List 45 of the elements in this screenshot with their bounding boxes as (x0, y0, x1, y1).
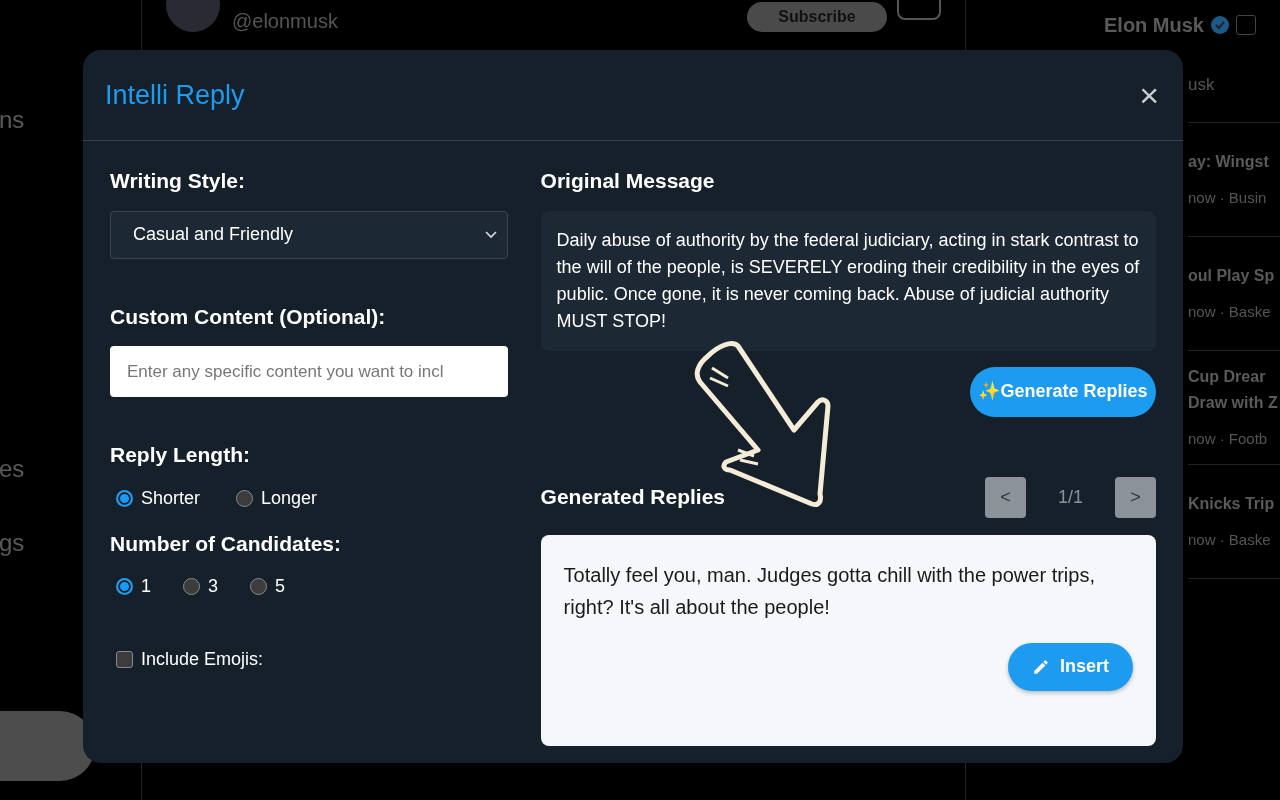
section-title: Generated Replies (540, 484, 725, 511)
trend-title[interactable]: Draw with Z (1188, 389, 1280, 416)
reply-text: Totally feel you, man. Judges gotta chill with the power trips, right? It's all about the people! (563, 562, 1096, 620)
page-indicator: 1/1 (1057, 485, 1084, 509)
chevron-icon (484, 230, 497, 239)
radio-icon[interactable] (116, 489, 133, 507)
subscribe-button[interactable]: Subscribe (747, 2, 887, 32)
trend-title[interactable]: Cup Drear (1188, 363, 1280, 390)
account-handle: usk (1188, 74, 1216, 96)
close-button[interactable]: × (1139, 78, 1161, 112)
section-title: Original Message (540, 168, 716, 194)
radio-option[interactable]: Shorter (116, 484, 201, 512)
radio-option[interactable]: 3 (183, 573, 219, 600)
dialog-title: Intelli Reply (105, 78, 245, 112)
field-label: Custom Content (Optional): (110, 303, 387, 330)
checkbox-label: Include Emojis: (141, 648, 264, 671)
trend-title[interactable]: ay: Wingst (1188, 148, 1280, 175)
radio-option[interactable]: Longer (236, 484, 318, 512)
field-label: Writing Style: (110, 168, 246, 194)
trend-meta: now · Baske (1188, 529, 1272, 550)
trend-meta: now · Footb (1188, 428, 1269, 449)
previous-button[interactable]: < (985, 476, 1026, 518)
account-name: Elon Musk (1104, 13, 1204, 38)
radio-option[interactable]: 1 (116, 573, 151, 600)
style-select[interactable]: Casual and Friendly (110, 210, 508, 259)
trend-title[interactable]: oul Play Sp (1188, 262, 1280, 289)
radio-icon[interactable] (250, 578, 268, 595)
field-label: Reply Length: (110, 442, 251, 468)
trend-meta: now · Baske (1188, 301, 1272, 322)
profile-handle: @elonmusk (232, 9, 338, 34)
radio-icon[interactable] (183, 578, 200, 595)
content-field[interactable]: Enter any specific content you want to incl (110, 346, 508, 397)
generate-button[interactable]: ✨Generate Replies (970, 366, 1156, 417)
x-icon (1236, 15, 1256, 35)
radio-icon[interactable] (236, 489, 254, 507)
radio-icon[interactable] (116, 578, 133, 595)
next-button[interactable]: > (1115, 476, 1156, 518)
checkbox[interactable] (116, 651, 133, 668)
radio-option[interactable]: 5 (250, 573, 286, 600)
insert-button[interactable]: Insert (1007, 642, 1133, 691)
trend-title[interactable]: Knicks Trip (1188, 490, 1280, 517)
pencil-icon (1031, 657, 1050, 676)
field-label: Number of Candidates: (110, 530, 343, 557)
original-message: Daily abuse of authority by the federal judiciary, acting in stark contrast to the will of the people, is SEVERELY eroding their credibility in the eyes of public. Once gone, it is never coming back. Abuse of judicial authority MUST STOP! (540, 210, 1156, 351)
trend-meta: now · Busin (1188, 187, 1268, 208)
